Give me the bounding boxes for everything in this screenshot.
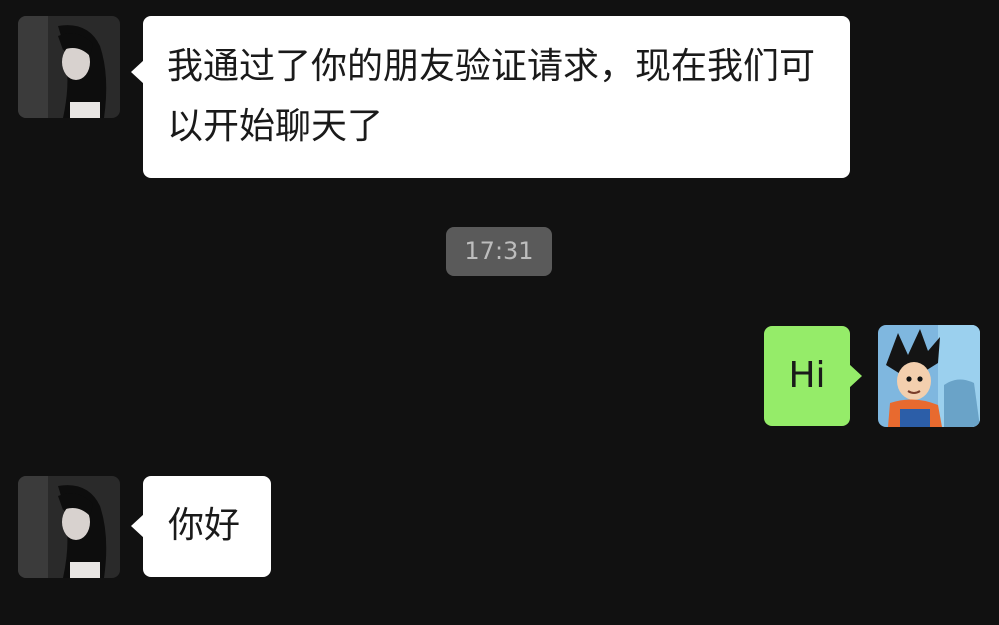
- message-timestamp: 17:31: [446, 227, 552, 276]
- outgoing-message-bubble[interactable]: Hi: [764, 326, 862, 426]
- contact-avatar[interactable]: [18, 16, 120, 118]
- self-avatar-icon: [878, 325, 980, 427]
- incoming-message-bubble[interactable]: 你好: [131, 476, 271, 577]
- message-text: 你好: [168, 505, 241, 546]
- bubble-tail: [131, 514, 144, 538]
- message-text: 我通过了你的朋友验证请求，现在我们可以开始聊天了: [167, 46, 816, 147]
- contact-avatar-icon: [18, 16, 120, 118]
- message-text: Hi: [788, 355, 826, 396]
- incoming-message-bubble[interactable]: 我通过了你的朋友验证请求，现在我们可以开始聊天了: [131, 16, 850, 178]
- bubble-tail: [131, 60, 144, 84]
- contact-avatar-icon: [18, 476, 120, 578]
- bubble-tail: [849, 364, 862, 388]
- contact-avatar[interactable]: [18, 476, 120, 578]
- self-avatar[interactable]: [878, 325, 980, 427]
